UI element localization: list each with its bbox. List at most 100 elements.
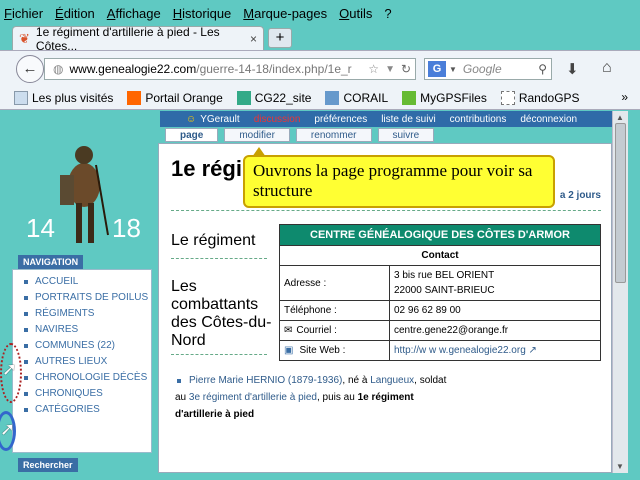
nav-item-portraits[interactable]: Portraits de poilus — [13, 290, 151, 306]
bookmark-label: CORAIL — [343, 90, 389, 105]
logout-link[interactable]: déconnexion — [520, 114, 577, 125]
nav-item-communes[interactable]: Communes (22) — [13, 338, 151, 354]
bookmark-cg22[interactable]: CG22_site — [236, 90, 312, 105]
bookmark-most-visited[interactable]: Les plus visités — [14, 90, 113, 105]
nav-item-categories[interactable]: Catégories — [13, 402, 151, 418]
divider — [171, 354, 267, 355]
search-icon[interactable]: ⚲ — [538, 62, 547, 76]
nav-item-navires[interactable]: Navires — [13, 322, 151, 338]
website-icon: ▣ — [284, 345, 294, 356]
tab-page[interactable]: page — [165, 128, 219, 142]
nav-item-chronologie[interactable]: Chronologie décès — [13, 370, 151, 386]
bookmark-randogps[interactable]: RandoGPS — [500, 90, 580, 105]
engine-dropdown-icon[interactable]: ▼ — [449, 65, 457, 74]
bookmark-folder-icon — [14, 90, 28, 105]
web-link[interactable]: http://w w w.genealogie22.org ↗ — [390, 341, 600, 360]
bookmark-label: RandoGPS — [518, 90, 580, 105]
leaf-icon: ❦ — [19, 30, 30, 46]
email-label: Courriel : — [296, 325, 337, 336]
vertical-scrollbar[interactable]: ▲ ▼ — [612, 111, 628, 473]
new-tab-button[interactable]: + — [268, 28, 292, 48]
modified-ago: a 2 jours — [559, 190, 601, 201]
web-label: Site Web : — [299, 345, 346, 356]
tutorial-callout: Ouvrons la page programme pour voir sa s… — [243, 155, 555, 208]
search-placeholder: Google — [462, 62, 502, 76]
menu-fichier[interactable]: Fichier — [4, 6, 43, 21]
menu-outils[interactable]: Outils — [339, 6, 372, 21]
section-heading-combattants: Les combattants des Côtes-du-Nord — [171, 278, 272, 349]
user-name-link[interactable]: YGerault — [200, 114, 239, 125]
regiment3-link[interactable]: 3e régiment d'artillerie à pied — [189, 392, 317, 403]
discussion-link[interactable]: discussion — [254, 114, 301, 125]
close-icon[interactable]: × — [250, 32, 257, 46]
logo-year-left: 14 — [26, 213, 55, 243]
bookmark-portail-orange[interactable]: Portail Orange — [127, 90, 223, 105]
dropdown-arrow-icon[interactable]: ▼ — [385, 64, 395, 75]
tab-suivre[interactable]: suivre — [377, 128, 435, 142]
place-link[interactable]: Langueux — [370, 375, 414, 386]
page-icon — [500, 90, 515, 105]
navigation-heading: NAVIGATION — [18, 255, 84, 269]
chevron-right-icon[interactable]: » — [621, 90, 628, 104]
menu-bar: Fichier Édition Affichage Historique Mar… — [0, 0, 640, 26]
menu-help[interactable]: ? — [384, 6, 391, 21]
nav-item-accueil[interactable]: Accueil — [13, 274, 151, 290]
orange-icon — [127, 90, 142, 105]
divider — [171, 210, 601, 211]
tab-renommer[interactable]: renommer — [295, 128, 372, 142]
page-title: 1e régi — [171, 156, 242, 181]
search-heading: Rechercher — [18, 458, 78, 472]
then-text: , puis au — [317, 392, 358, 403]
nav-item-regiments[interactable]: Régiments — [13, 306, 151, 322]
infobox-row-web: ▣ Site Web : http://w w w.genealogie22.or… — [280, 341, 600, 360]
born-text: , né à — [342, 375, 371, 386]
tab-modifier[interactable]: modifier — [224, 128, 290, 142]
email-value: centre.gene22@orange.fr — [394, 325, 509, 336]
combattant-entry: Pierre Marie HERNIO (1879-1936), né à La… — [175, 372, 453, 423]
scroll-thumb[interactable] — [615, 123, 626, 283]
bookmark-label: CG22_site — [254, 90, 312, 105]
watchlist-link[interactable]: liste de suivi — [381, 114, 435, 125]
back-arrow-icon: ← — [22, 60, 38, 77]
menu-marque-pages[interactable]: Marque-pages — [243, 6, 327, 21]
logo-year-right: 18 — [112, 213, 141, 243]
back-button[interactable]: ← — [16, 55, 44, 83]
reload-icon[interactable]: ↻ — [401, 62, 411, 76]
menu-affichage[interactable]: Affichage — [107, 6, 161, 21]
nav-item-autres-lieux[interactable]: Autres lieux — [13, 354, 151, 370]
menu-historique[interactable]: Historique — [173, 6, 232, 21]
infobox-row-address: Adresse : 3 bis rue BEL ORIENT 22000 SAI… — [280, 266, 600, 301]
tab-strip: ❦ 1e régiment d'artillerie à pied - Les … — [0, 25, 640, 53]
scroll-up-icon[interactable]: ▲ — [616, 113, 624, 122]
google-icon[interactable]: G — [428, 61, 446, 77]
bookmark-mygpsfiles[interactable]: MyGPSFiles — [402, 90, 487, 105]
preferences-link[interactable]: préférences — [314, 114, 367, 125]
bookmark-label: Portail Orange — [145, 90, 223, 105]
download-icon[interactable]: ⬇ — [566, 60, 579, 78]
page-viewport: 14 18 NAVIGATION Accueil Portraits de po… — [0, 111, 640, 480]
url-bar[interactable]: ◍ www.genealogie22.com/guerre-14-18/inde… — [44, 58, 416, 80]
search-box[interactable]: G ▼ Google ⚲ — [424, 58, 552, 80]
web-link-text: http://w w w.genealogie22.org — [394, 345, 526, 356]
home-icon[interactable]: ⌂ — [602, 59, 612, 77]
bookmark-corail[interactable]: CORAIL — [325, 90, 389, 105]
section-heading-regiment: Le régiment — [171, 232, 256, 249]
mygps-icon — [402, 90, 417, 105]
menu-edition[interactable]: Édition — [55, 6, 95, 21]
scroll-down-icon[interactable]: ▼ — [616, 462, 624, 471]
phone-label: Téléphone : — [280, 301, 390, 320]
infobox-row-email: ✉ Courriel : centre.gene22@orange.fr — [280, 321, 600, 341]
user-icon: ☺ — [186, 113, 197, 125]
tab-active[interactable]: ❦ 1e régiment d'artillerie à pied - Les … — [12, 25, 264, 53]
nav-toolbar: ← ◍ www.genealogie22.com/guerre-14-18/in… — [0, 50, 640, 86]
web-label-cell: ▣ Site Web : — [280, 341, 390, 360]
person-link[interactable]: Pierre Marie HERNIO (1879-1936) — [189, 375, 342, 386]
globe-icon: ◍ — [53, 62, 64, 76]
contributions-link[interactable]: contributions — [450, 114, 507, 125]
bookmark-label: MyGPSFiles — [420, 90, 487, 105]
address-value: 3 bis rue BEL ORIENT 22000 SAINT-BRIEUC — [390, 266, 600, 300]
corail-icon — [325, 90, 340, 105]
star-icon[interactable]: ☆ — [368, 62, 379, 76]
nav-item-chroniques[interactable]: Chroniques — [13, 386, 151, 402]
site-logo[interactable]: 14 18 — [12, 125, 154, 255]
